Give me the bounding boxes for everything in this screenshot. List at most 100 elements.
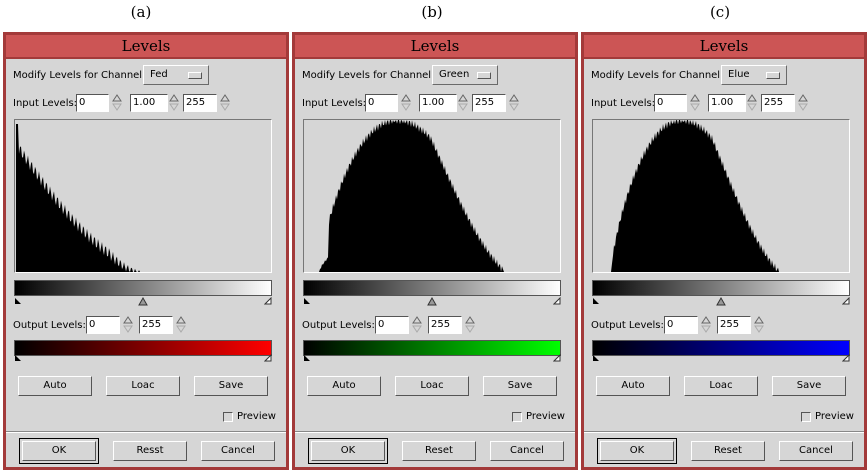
output-high-field[interactable]: 255: [428, 316, 462, 334]
load-button[interactable]: Loac: [684, 376, 758, 396]
input-low-spinner[interactable]: [690, 94, 700, 112]
dropdown-icon: [766, 72, 780, 79]
input-high-field[interactable]: 255: [183, 94, 217, 112]
channel-value: Green: [439, 69, 470, 80]
output-low-spinner[interactable]: [701, 316, 711, 334]
input-gamma-handle[interactable]: [138, 297, 148, 306]
input-low-spinner[interactable]: [401, 94, 411, 112]
save-button[interactable]: Save: [194, 376, 268, 396]
panel-caption: (b): [421, 3, 443, 21]
dropdown-icon: [477, 72, 491, 79]
footer-separator: [584, 431, 864, 433]
reset-button[interactable]: Resst: [113, 441, 187, 461]
output-low-field[interactable]: 0: [86, 316, 120, 334]
input-high-spinner[interactable]: [798, 94, 808, 112]
input-gamma-spinner[interactable]: [169, 94, 179, 112]
input-low-handle[interactable]: [303, 297, 311, 305]
output-high-spinner[interactable]: [176, 316, 186, 334]
channel-select[interactable]: Green: [432, 65, 498, 85]
input-levels-label: Input Levels:: [591, 98, 656, 109]
reset-button[interactable]: Reset: [402, 441, 476, 461]
output-low-handle[interactable]: [14, 354, 22, 362]
output-high-spinner[interactable]: [465, 316, 475, 334]
save-button[interactable]: Save: [483, 376, 557, 396]
input-gamma-field[interactable]: 1.00: [708, 94, 746, 112]
output-high-field[interactable]: 255: [717, 316, 751, 334]
load-button[interactable]: Loac: [395, 376, 469, 396]
levels-dialog: Levels Modify Levels for Channel: Fed In…: [3, 32, 289, 470]
dialog-title[interactable]: Levels: [295, 35, 575, 59]
channel-select[interactable]: Elue: [721, 65, 787, 85]
ok-button[interactable]: OK: [19, 438, 99, 464]
input-high-field[interactable]: 255: [761, 94, 795, 112]
output-low-field[interactable]: 0: [664, 316, 698, 334]
input-low-handle[interactable]: [592, 297, 600, 305]
input-levels-label: Input Levels:: [302, 98, 367, 109]
input-gradient-bar: [303, 280, 561, 296]
histogram: [592, 119, 850, 273]
dialog-title[interactable]: Levels: [584, 35, 864, 59]
output-low-spinner[interactable]: [412, 316, 422, 334]
preview-label: Preview: [815, 411, 854, 422]
footer-separator: [6, 431, 286, 433]
input-low-field[interactable]: 0: [76, 94, 109, 112]
dropdown-icon: [188, 72, 202, 79]
panel-caption: (c): [709, 3, 731, 21]
preview-label: Preview: [237, 411, 276, 422]
output-gradient-bar: [14, 340, 272, 356]
output-low-handle[interactable]: [592, 354, 600, 362]
load-button[interactable]: Loac: [106, 376, 180, 396]
input-levels-label: Input Levels:: [13, 98, 78, 109]
ok-button[interactable]: OK: [597, 438, 677, 464]
histogram-shape: [16, 124, 271, 272]
input-high-handle[interactable]: [842, 297, 850, 305]
output-high-handle[interactable]: [553, 354, 561, 362]
input-low-field[interactable]: 0: [365, 94, 398, 112]
panel-caption: (a): [130, 3, 152, 21]
dialog-title[interactable]: Levels: [6, 35, 286, 59]
output-high-field[interactable]: 255: [139, 316, 173, 334]
input-gradient-bar: [14, 280, 272, 296]
preview-checkbox[interactable]: [512, 412, 522, 422]
auto-button[interactable]: Auto: [596, 376, 670, 396]
input-low-field[interactable]: 0: [654, 94, 687, 112]
save-button[interactable]: Save: [772, 376, 846, 396]
reset-button[interactable]: Reset: [691, 441, 765, 461]
input-gamma-handle[interactable]: [716, 297, 726, 306]
auto-button[interactable]: Auto: [18, 376, 92, 396]
preview-checkbox[interactable]: [223, 412, 233, 422]
footer-separator: [295, 431, 575, 433]
cancel-button[interactable]: Cancel: [201, 441, 275, 461]
input-low-handle[interactable]: [14, 297, 22, 305]
input-low-spinner[interactable]: [112, 94, 122, 112]
output-low-handle[interactable]: [303, 354, 311, 362]
input-gamma-spinner[interactable]: [747, 94, 757, 112]
output-low-spinner[interactable]: [123, 316, 133, 334]
input-high-spinner[interactable]: [509, 94, 519, 112]
input-gamma-spinner[interactable]: [458, 94, 468, 112]
input-high-handle[interactable]: [264, 297, 272, 305]
cancel-button[interactable]: Cancel: [490, 441, 564, 461]
ok-button[interactable]: OK: [308, 438, 388, 464]
histogram: [303, 119, 561, 273]
preview-checkbox[interactable]: [801, 412, 811, 422]
channel-label: Modify Levels for Channel:: [302, 70, 435, 81]
histogram-shape: [305, 120, 560, 272]
input-gamma-field[interactable]: 1.00: [130, 94, 168, 112]
auto-button[interactable]: Auto: [307, 376, 381, 396]
input-gamma-handle[interactable]: [427, 297, 437, 306]
preview-label: Preview: [526, 411, 565, 422]
input-gamma-field[interactable]: 1.00: [419, 94, 457, 112]
input-high-spinner[interactable]: [220, 94, 230, 112]
cancel-button[interactable]: Cancel: [779, 441, 853, 461]
output-high-handle[interactable]: [842, 354, 850, 362]
output-high-spinner[interactable]: [754, 316, 764, 334]
input-high-handle[interactable]: [553, 297, 561, 305]
channel-select[interactable]: Fed: [143, 65, 209, 85]
channel-label: Modify Levels for Channel:: [13, 70, 146, 81]
output-low-field[interactable]: 0: [375, 316, 409, 334]
output-high-handle[interactable]: [264, 354, 272, 362]
input-gradient-bar: [592, 280, 850, 296]
histogram: [14, 119, 272, 273]
input-high-field[interactable]: 255: [472, 94, 506, 112]
